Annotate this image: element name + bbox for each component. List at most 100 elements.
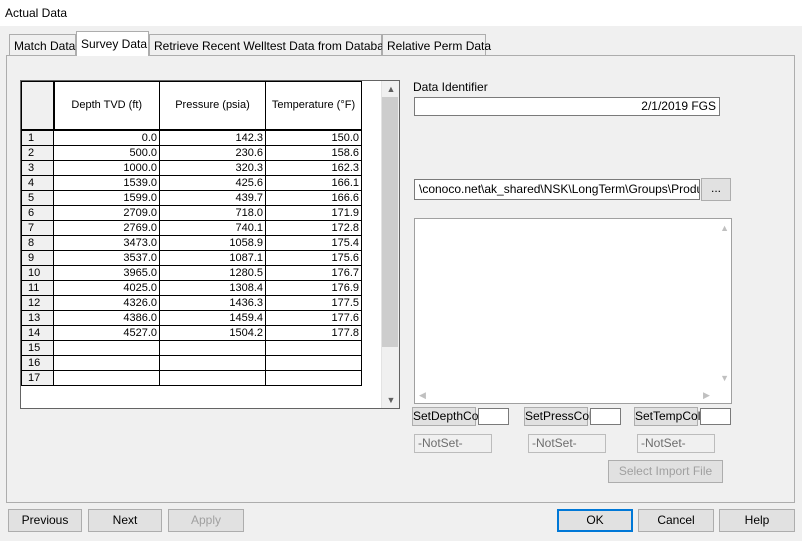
cell-pressure[interactable]: 425.6 (159, 174, 266, 191)
cell-depth[interactable]: 1000.0 (53, 159, 160, 176)
cell-pressure[interactable]: 1308.4 (159, 279, 266, 296)
cancel-button[interactable]: Cancel (638, 509, 714, 532)
column-header-temperature[interactable]: Temperature (°F) (265, 81, 362, 131)
row-header[interactable]: 12 (21, 294, 54, 311)
cell-temperature[interactable]: 177.6 (265, 309, 362, 326)
cell-temperature[interactable]: 177.5 (265, 294, 362, 311)
list-scroll-down-icon[interactable]: ▼ (720, 373, 729, 383)
cell-pressure[interactable]: 142.3 (159, 129, 266, 146)
cell-pressure[interactable]: 1504.2 (159, 324, 266, 341)
row-header[interactable]: 5 (21, 189, 54, 206)
row-header[interactable]: 11 (21, 279, 54, 296)
cell-temperature[interactable] (265, 354, 362, 371)
browse-button[interactable]: ... (701, 178, 731, 201)
cell-depth[interactable]: 1599.0 (53, 189, 160, 206)
cell-temperature[interactable]: 166.6 (265, 189, 362, 206)
cell-pressure[interactable]: 1058.9 (159, 234, 266, 251)
row-header[interactable]: 2 (21, 144, 54, 161)
row-header[interactable]: 6 (21, 204, 54, 221)
cell-depth[interactable]: 3965.0 (53, 264, 160, 281)
cell-depth[interactable]: 4386.0 (53, 309, 160, 326)
cell-temperature[interactable]: 176.7 (265, 264, 362, 281)
cell-pressure[interactable]: 740.1 (159, 219, 266, 236)
cell-depth[interactable] (53, 339, 160, 356)
cell-temperature[interactable]: 175.4 (265, 234, 362, 251)
cell-pressure[interactable]: 718.0 (159, 204, 266, 221)
cell-temperature[interactable]: 171.9 (265, 204, 362, 221)
cell-temperature[interactable] (265, 369, 362, 386)
depth-col-input[interactable] (478, 408, 509, 425)
row-header[interactable]: 16 (21, 354, 54, 371)
row-header[interactable]: 1 (21, 129, 54, 146)
cell-pressure[interactable] (159, 354, 266, 371)
list-scroll-left-icon[interactable]: ◀ (419, 390, 426, 401)
temp-col-input[interactable] (700, 408, 731, 425)
row-header[interactable]: 15 (21, 339, 54, 356)
set-depth-col-button[interactable]: SetDepthCol (412, 407, 481, 426)
cell-temperature[interactable]: 175.6 (265, 249, 362, 266)
scroll-up-icon[interactable]: ▲ (382, 81, 400, 97)
cell-temperature[interactable] (265, 339, 362, 356)
cell-pressure[interactable]: 230.6 (159, 144, 266, 161)
next-button[interactable]: Next (88, 509, 162, 532)
row-header[interactable]: 3 (21, 159, 54, 176)
tab-retrieve-welltest[interactable]: Retrieve Recent Welltest Data from Datab… (149, 34, 403, 55)
cell-depth[interactable]: 1539.0 (53, 174, 160, 191)
select-import-file-button[interactable]: Select Import File (608, 460, 723, 483)
column-header-pressure[interactable]: Pressure (psia) (159, 81, 266, 131)
import-file-path-input[interactable]: \conoco.net\ak_shared\NSK\LongTerm\Group… (414, 179, 700, 200)
cell-pressure[interactable] (159, 369, 266, 386)
data-identifier-input[interactable]: 2/1/2019 FGS (414, 97, 720, 116)
cell-pressure[interactable]: 1280.5 (159, 264, 266, 281)
cell-temperature[interactable]: 172.8 (265, 219, 362, 236)
scroll-down-icon[interactable]: ▼ (382, 392, 400, 408)
cell-depth[interactable] (53, 354, 160, 371)
cell-depth[interactable]: 500.0 (53, 144, 160, 161)
cell-depth[interactable]: 4527.0 (53, 324, 160, 341)
import-preview-listbox[interactable]: ▲ ▼ ◀ ▶ (414, 218, 732, 404)
cell-temperature[interactable]: 158.6 (265, 144, 362, 161)
grid-corner[interactable] (21, 81, 55, 131)
cell-depth[interactable]: 2769.0 (53, 219, 160, 236)
cell-depth[interactable]: 4025.0 (53, 279, 160, 296)
set-press-col-button[interactable]: SetPressCol (524, 407, 592, 426)
cell-temperature[interactable]: 177.8 (265, 324, 362, 341)
cell-pressure[interactable]: 439.7 (159, 189, 266, 206)
list-scroll-up-icon[interactable]: ▲ (720, 223, 729, 233)
list-scroll-right-icon[interactable]: ▶ (703, 390, 710, 401)
cell-temperature[interactable]: 166.1 (265, 174, 362, 191)
cell-pressure[interactable]: 1459.4 (159, 309, 266, 326)
previous-button[interactable]: Previous (8, 509, 82, 532)
cell-depth[interactable]: 2709.0 (53, 204, 160, 221)
grid-scroll-thumb[interactable] (382, 97, 398, 347)
cell-temperature[interactable]: 162.3 (265, 159, 362, 176)
cell-pressure[interactable]: 1436.3 (159, 294, 266, 311)
survey-data-grid[interactable]: Depth TVD (ft) Pressure (psia) Temperatu… (20, 80, 400, 409)
cell-depth[interactable]: 3473.0 (53, 234, 160, 251)
row-header[interactable]: 13 (21, 309, 54, 326)
tab-relative-perm[interactable]: Relative Perm Data (382, 34, 491, 55)
cell-depth[interactable]: 0.0 (53, 129, 160, 146)
help-button[interactable]: Help (719, 509, 795, 532)
cell-pressure[interactable]: 320.3 (159, 159, 266, 176)
cell-temperature[interactable]: 150.0 (265, 129, 362, 146)
cell-depth[interactable] (53, 369, 160, 386)
row-header[interactable]: 4 (21, 174, 54, 191)
row-header[interactable]: 10 (21, 264, 54, 281)
row-header[interactable]: 8 (21, 234, 54, 251)
tab-match-data[interactable]: Match Data (9, 34, 76, 55)
press-col-input[interactable] (590, 408, 621, 425)
ok-button[interactable]: OK (557, 509, 633, 532)
cell-pressure[interactable]: 1087.1 (159, 249, 266, 266)
column-header-depth[interactable]: Depth TVD (ft) (53, 81, 160, 131)
cell-temperature[interactable]: 176.9 (265, 279, 362, 296)
set-temp-col-button[interactable]: SetTempCol (634, 407, 700, 426)
tab-survey-data[interactable]: Survey Data (76, 31, 149, 56)
row-header[interactable]: 9 (21, 249, 54, 266)
cell-depth[interactable]: 4326.0 (53, 294, 160, 311)
cell-pressure[interactable] (159, 339, 266, 356)
cell-depth[interactable]: 3537.0 (53, 249, 160, 266)
apply-button[interactable]: Apply (168, 509, 244, 532)
row-header[interactable]: 17 (21, 369, 54, 386)
row-header[interactable]: 7 (21, 219, 54, 236)
